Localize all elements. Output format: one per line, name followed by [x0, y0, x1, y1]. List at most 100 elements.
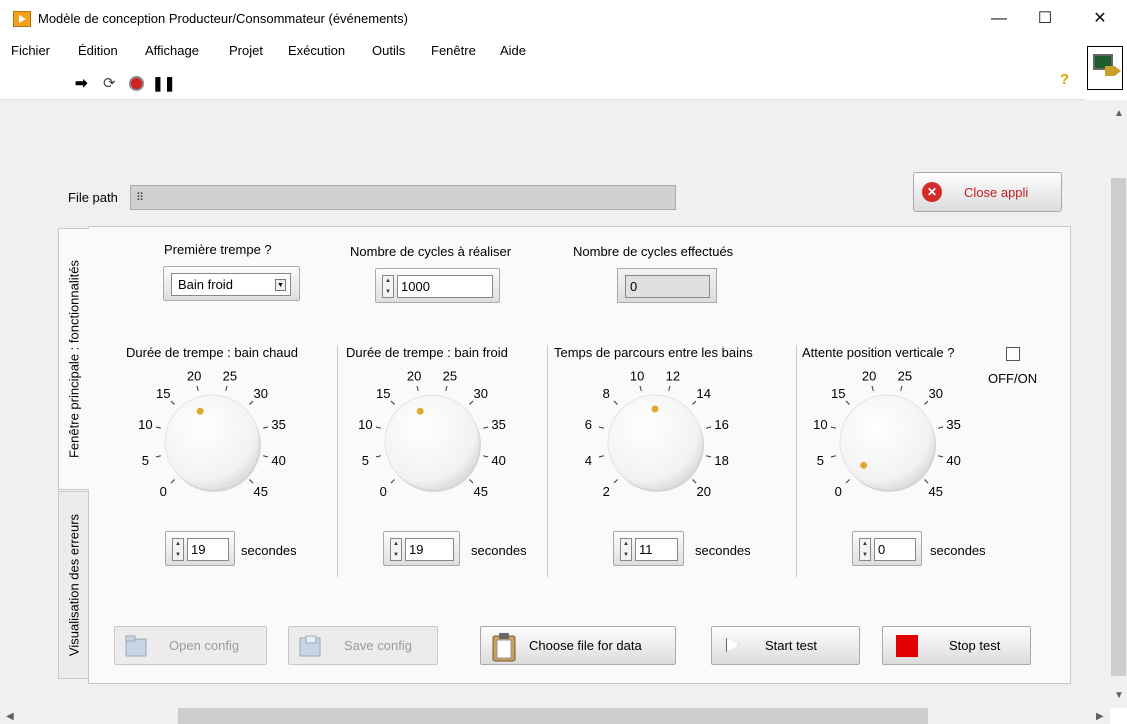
menu-outils[interactable]: Outils	[372, 43, 405, 58]
save-icon	[297, 632, 324, 660]
knob-tick-mark	[249, 479, 254, 484]
bain-froid-numeric[interactable]: ▲ ▼ 19	[383, 531, 460, 566]
cycles-realiser-spinner[interactable]: ▲ ▼	[382, 275, 394, 298]
knob-indicator-dot	[416, 407, 424, 415]
tab-visualisation-erreurs[interactable]: Visualisation des erreurs	[58, 491, 89, 679]
knob-tick-mark	[483, 455, 489, 458]
attente-spinner[interactable]: ▲ ▼	[859, 538, 871, 561]
cycles-effectues-value: 0	[630, 279, 638, 294]
knob-label-bain-chaud: Durée de trempe : bain chaud	[126, 345, 298, 360]
stop-test-label: Stop test	[949, 638, 1001, 653]
knob-body[interactable]	[839, 394, 935, 490]
knob-tick-mark	[845, 400, 850, 405]
tab-fonctionnalites[interactable]: Fenêtre principale : fonctionnalités	[58, 228, 89, 490]
separator	[547, 345, 548, 577]
knob-tick-mark	[196, 385, 199, 391]
knob-bain-chaud[interactable]: 0 5 10 15 20 25 30 35 40 45	[130, 366, 320, 526]
knob-tick-mark	[375, 426, 381, 429]
knob-tick-label: 20	[407, 368, 421, 383]
knob-tick-label: 10	[630, 368, 644, 383]
knob-tick-label: 5	[142, 453, 149, 468]
premiere-trempe-ring[interactable]: Bain froid ▼	[163, 266, 300, 301]
knob-parcours[interactable]: 2 4 6 8 10 12 14 16 18 20	[573, 366, 763, 526]
cycles-effectues-indicator: 0	[617, 268, 717, 303]
dropdown-arrow-icon[interactable]: ▼	[275, 279, 286, 291]
bain-froid-field[interactable]: 19	[405, 538, 454, 561]
tab-fonctionnalites-label: Fenêtre principale : fonctionnalités	[66, 259, 82, 459]
parcours-numeric[interactable]: ▲ ▼ 11	[613, 531, 684, 566]
knob-tick-mark	[445, 385, 448, 391]
knob-tick-label: 40	[946, 453, 960, 468]
choose-file-button[interactable]: Choose file for data	[480, 626, 676, 665]
title-bar: Modèle de conception Producteur/Consomma…	[0, 0, 1127, 38]
menu-aide[interactable]: Aide	[500, 43, 526, 58]
start-test-button[interactable]: Start test	[711, 626, 860, 665]
knob-tick-mark	[155, 426, 161, 429]
knob-tick-label: 16	[714, 417, 728, 432]
cycles-realiser-field[interactable]: 1000	[397, 275, 493, 298]
attente-unit: secondes	[930, 543, 986, 558]
cycles-realiser-value: 1000	[401, 279, 430, 294]
knob-label-attente: Attente position verticale ?	[802, 345, 955, 360]
scroll-up-icon[interactable]: ▲	[1114, 108, 1124, 119]
knob-label-parcours: Temps de parcours entre les bains	[554, 345, 753, 360]
menu-fichier[interactable]: Fichier	[11, 43, 50, 58]
attente-field[interactable]: 0	[874, 538, 916, 561]
abort-icon[interactable]	[129, 76, 144, 94]
knob-body[interactable]	[164, 394, 260, 490]
knob-tick-mark	[170, 479, 175, 484]
bain-froid-spinner[interactable]: ▲ ▼	[390, 538, 402, 561]
stop-test-button[interactable]: Stop test	[882, 626, 1031, 665]
close-appli-button[interactable]: ✕ Close appli	[913, 172, 1062, 212]
off-on-label: OFF/ON	[988, 371, 1038, 386]
minimize-button[interactable]: —	[976, 4, 1022, 34]
cycles-realiser-control[interactable]: ▲ ▼ 1000	[375, 268, 500, 303]
knob-tick-mark	[263, 426, 269, 429]
bain-chaud-spinner[interactable]: ▲ ▼	[172, 538, 184, 561]
knob-tick-label: 15	[376, 386, 390, 401]
knob-tick-mark	[830, 426, 836, 429]
knob-bain-froid[interactable]: 0 5 10 15 20 25 30 35 40 45	[350, 366, 540, 526]
save-config-button[interactable]: Save config	[288, 626, 438, 665]
knob-body[interactable]	[384, 394, 480, 490]
bain-chaud-numeric[interactable]: ▲ ▼ 19	[165, 531, 235, 566]
knob-tick-mark	[924, 400, 929, 405]
open-config-label: Open config	[169, 638, 240, 653]
menu-execution[interactable]: Exécution	[288, 43, 345, 58]
parcours-spinner[interactable]: ▲ ▼	[620, 538, 632, 561]
knob-tick-label: 25	[443, 368, 457, 383]
menu-edition[interactable]: Édition	[78, 43, 118, 58]
close-window-button[interactable]: ✕	[1077, 4, 1123, 34]
knob-tick-label: 6	[585, 417, 592, 432]
run-continuously-icon[interactable]: ⟳	[103, 76, 116, 91]
knob-attente[interactable]: 0 5 10 15 20 25 30 35 40 45	[805, 366, 995, 526]
bain-chaud-field[interactable]: 19	[187, 538, 229, 561]
parcours-field[interactable]: 11	[635, 538, 678, 561]
menu-bar: Fichier Édition Affichage Projet Exécuti…	[0, 38, 1085, 62]
help-icon[interactable]: ?	[1060, 71, 1072, 88]
scroll-left-icon[interactable]: ◀	[6, 711, 14, 722]
pause-icon[interactable]: ❚❚	[152, 76, 175, 91]
knob-tick-mark	[598, 426, 604, 429]
knob-tick-label: 0	[380, 484, 387, 499]
menu-fenetre[interactable]: Fenêtre	[431, 43, 476, 58]
file-path-field[interactable]: ⠿	[130, 185, 676, 210]
knob-tick-mark	[390, 479, 395, 484]
open-config-button[interactable]: Open config	[114, 626, 267, 665]
knob-tick-label: 18	[714, 453, 728, 468]
knob-tick-label: 5	[817, 453, 824, 468]
knob-tick-mark	[416, 385, 419, 391]
menu-projet[interactable]: Projet	[229, 43, 263, 58]
premiere-trempe-label: Première trempe ?	[164, 242, 272, 257]
run-arrow-icon[interactable]: ➡	[75, 76, 88, 91]
scroll-down-icon[interactable]: ▼	[1114, 690, 1124, 701]
maximize-button[interactable]: ☐	[1022, 4, 1068, 34]
vertical-scrollbar-thumb[interactable]	[1111, 178, 1126, 676]
menu-affichage[interactable]: Affichage	[145, 43, 199, 58]
scroll-right-icon[interactable]: ▶	[1096, 711, 1104, 722]
attente-numeric[interactable]: ▲ ▼ 0	[852, 531, 922, 566]
attente-offon-checkbox[interactable]	[1006, 347, 1020, 361]
knob-label-bain-froid: Durée de trempe : bain froid	[346, 345, 508, 360]
knob-tick-mark	[845, 479, 850, 484]
horizontal-scrollbar-thumb[interactable]	[178, 708, 928, 724]
